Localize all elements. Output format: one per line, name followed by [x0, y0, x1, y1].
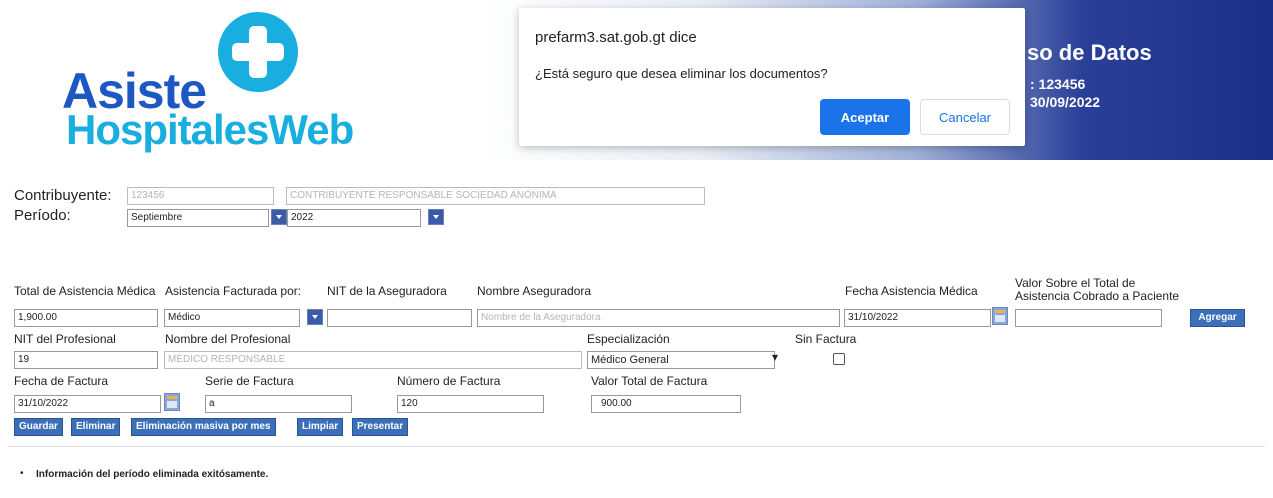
agregar-button[interactable]: Agregar	[1190, 309, 1245, 327]
mes-dropdown-icon[interactable]	[271, 209, 287, 225]
header-title: so de Datos	[1027, 40, 1152, 65]
especializacion-label: Especialización	[587, 332, 670, 346]
status-message: Información del período eliminada exitós…	[36, 469, 269, 480]
limpiar-button[interactable]: Limpiar	[297, 418, 344, 436]
valor-sobre-field[interactable]	[1015, 309, 1162, 327]
fecha-factura-field[interactable]: 31/10/2022	[14, 395, 161, 413]
contribuyente-name-field[interactable]: CONTRIBUYENTE RESPONSABLE SOCIEDAD ANONI…	[286, 187, 705, 205]
accept-button[interactable]: Aceptar	[820, 99, 910, 135]
cancel-button[interactable]: Cancelar	[920, 99, 1010, 135]
calendar-icon[interactable]	[164, 393, 180, 411]
contribuyente-nit-field[interactable]: 123456	[127, 187, 274, 205]
fecha-asistencia-field[interactable]: 31/10/2022	[844, 309, 991, 327]
sin-factura-label: Sin Factura	[795, 332, 857, 346]
facturada-dropdown-icon[interactable]	[307, 309, 323, 325]
periodo-label: Período:	[14, 207, 71, 224]
nit-aseguradora-label: NIT de la Aseguradora	[327, 284, 447, 298]
anio-dropdown-icon[interactable]	[428, 209, 444, 225]
presentar-button[interactable]: Presentar	[352, 418, 409, 436]
facturada-por-label: Asistencia Facturada por:	[165, 284, 302, 298]
nombre-aseguradora-label: Nombre Aseguradora	[477, 284, 592, 298]
mes-select[interactable]: Septiembre	[127, 209, 269, 227]
fecha-asistencia-label: Fecha Asistencia Médica	[845, 284, 978, 298]
valor-sobre-label-2: Asistencia Cobrado a Paciente	[1015, 289, 1180, 303]
facturada-por-select[interactable]: Médico	[164, 309, 300, 327]
serie-factura-field[interactable]: a	[205, 395, 352, 413]
valor-total-factura-label: Valor Total de Factura	[591, 374, 708, 388]
header-nit: : 123456	[1030, 76, 1086, 92]
chevron-down-icon[interactable]: ▾	[772, 350, 778, 364]
confirm-dialog: prefarm3.sat.gob.gt dice ¿Está seguro qu…	[519, 8, 1025, 146]
nombre-profesional-field[interactable]: MÉDICO RESPONSABLE	[164, 351, 582, 369]
nit-profesional-label: NIT del Profesional	[14, 332, 116, 346]
valor-sobre-label-1: Valor Sobre el Total de	[1015, 276, 1136, 290]
contribuyente-label: Contribuyente:	[14, 187, 112, 204]
guardar-button[interactable]: Guardar	[14, 418, 63, 436]
fecha-factura-label: Fecha de Factura	[14, 374, 109, 388]
dialog-message: ¿Está seguro que desea eliminar los docu…	[535, 66, 828, 81]
header-date: 30/09/2022	[1030, 94, 1101, 110]
especializacion-select[interactable]: Médico General	[587, 351, 775, 369]
sin-factura-checkbox[interactable]	[833, 353, 845, 365]
numero-factura-field[interactable]: 120	[397, 395, 544, 413]
total-asistencia-label: Total de Asistencia Médica	[14, 284, 156, 298]
nit-aseguradora-field[interactable]	[327, 309, 472, 327]
calendar-icon[interactable]	[992, 307, 1008, 325]
logo-text-hospitales-web: HospitalesWeb	[66, 106, 354, 153]
divider	[8, 446, 1265, 447]
numero-factura-label: Número de Factura	[397, 374, 501, 388]
nombre-profesional-label: Nombre del Profesional	[165, 332, 291, 346]
nombre-aseguradora-field[interactable]: Nombre de la Aseguradora	[477, 309, 840, 327]
total-asistencia-field[interactable]: 1,900.00	[14, 309, 158, 327]
eliminacion-masiva-button[interactable]: Eliminación masiva por mes	[131, 418, 276, 436]
nit-profesional-field[interactable]: 19	[14, 351, 158, 369]
valor-total-factura-field[interactable]: 900.00	[591, 395, 741, 413]
medical-cross-icon	[218, 12, 298, 92]
status-bullet: •	[20, 468, 24, 479]
serie-factura-label: Serie de Factura	[205, 374, 294, 388]
eliminar-button[interactable]: Eliminar	[71, 418, 121, 436]
dialog-origin: prefarm3.sat.gob.gt dice	[535, 29, 697, 46]
anio-select[interactable]: 2022	[287, 209, 421, 227]
